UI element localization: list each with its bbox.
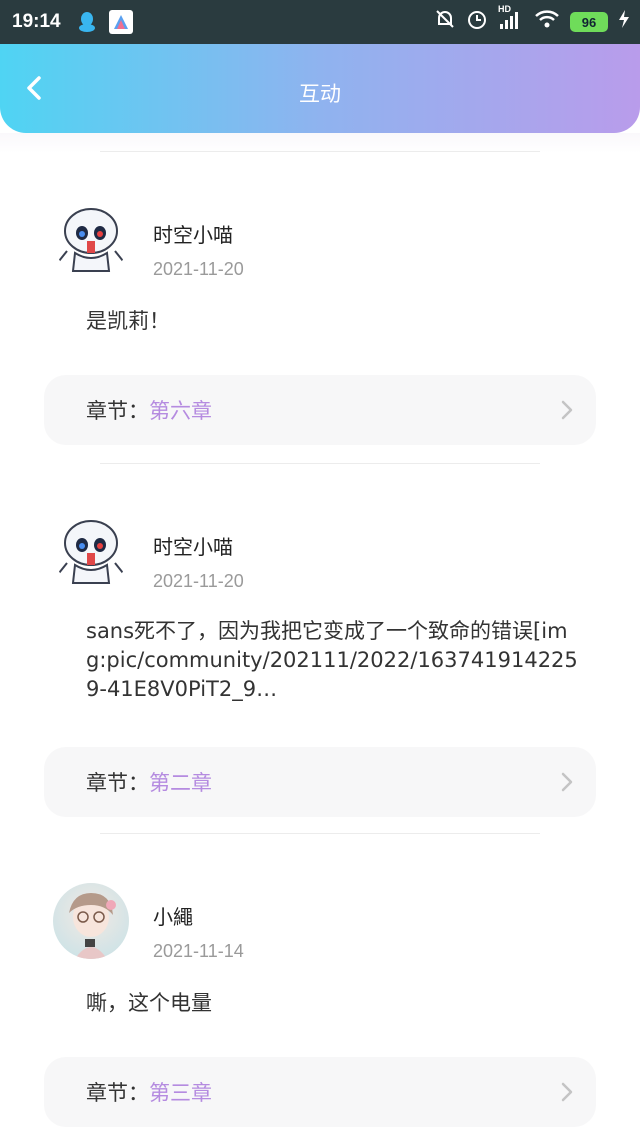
comment-text: 嘶，这个电量 [86, 991, 212, 1015]
battery-level: 96 [581, 14, 597, 30]
comment-list: 时空小喵 2021-11-20 是凯莉！ 章节： 第六章 时空小喵 2021-1… [0, 133, 640, 1138]
mute-bell-icon [434, 8, 456, 36]
chevron-right-icon [561, 1082, 573, 1102]
username[interactable]: 时空小喵 [153, 531, 233, 560]
chapter-name: 第三章 [149, 1081, 212, 1105]
avatar[interactable] [53, 201, 129, 277]
chevron-right-icon [561, 400, 573, 420]
status-time: 19:14 [12, 11, 61, 32]
wifi-icon [534, 9, 560, 35]
cell-signal-icon: HD [498, 4, 524, 36]
username[interactable]: 小繩 [153, 901, 193, 930]
divider [100, 463, 540, 464]
page-title: 互动 [299, 82, 341, 106]
qq-icon [75, 10, 99, 34]
username[interactable]: 时空小喵 [153, 219, 233, 248]
battery-icon: 96 [570, 12, 608, 32]
chapter-label: 章节： [86, 1081, 149, 1105]
hd-label: HD [498, 4, 511, 14]
comment-text: sans死不了，因为我把它变成了一个致命的错误[img:pic/communit… [86, 619, 578, 701]
comment-date: 2021-11-20 [153, 571, 244, 591]
status-bar: 19:14 HD 96 [0, 0, 640, 44]
comment-text: 是凯莉！ [86, 309, 170, 333]
chapter-name: 第二章 [149, 771, 212, 795]
comment-date: 2021-11-20 [153, 259, 244, 279]
comment-card[interactable]: 时空小喵 2021-11-20 是凯莉！ 章节： 第六章 [0, 133, 640, 445]
comment-card[interactable]: 时空小喵 2021-11-20 sans死不了，因为我把它变成了一个致命的错误[… [0, 445, 640, 817]
avatar[interactable] [53, 513, 129, 589]
charging-icon [618, 9, 630, 35]
comment-card[interactable]: 小繩 2021-11-14 嘶，这个电量 章节： 第三章 [0, 815, 640, 1138]
divider [100, 151, 540, 152]
avatar[interactable] [53, 883, 129, 959]
chapter-link[interactable]: 章节： 第二章 [44, 747, 596, 817]
alarm-icon [466, 8, 488, 36]
chapter-link[interactable]: 章节： 第六章 [44, 375, 596, 445]
divider [100, 833, 540, 834]
chapter-label: 章节： [86, 771, 149, 795]
app-notification-icon [108, 10, 133, 34]
comment-date: 2021-11-14 [153, 941, 244, 961]
chapter-label: 章节： [86, 399, 149, 423]
chapter-link[interactable]: 章节： 第三章 [44, 1057, 596, 1127]
chapter-name: 第六章 [149, 399, 212, 423]
chevron-right-icon [561, 772, 573, 792]
header-bar: 互动 [0, 44, 640, 133]
